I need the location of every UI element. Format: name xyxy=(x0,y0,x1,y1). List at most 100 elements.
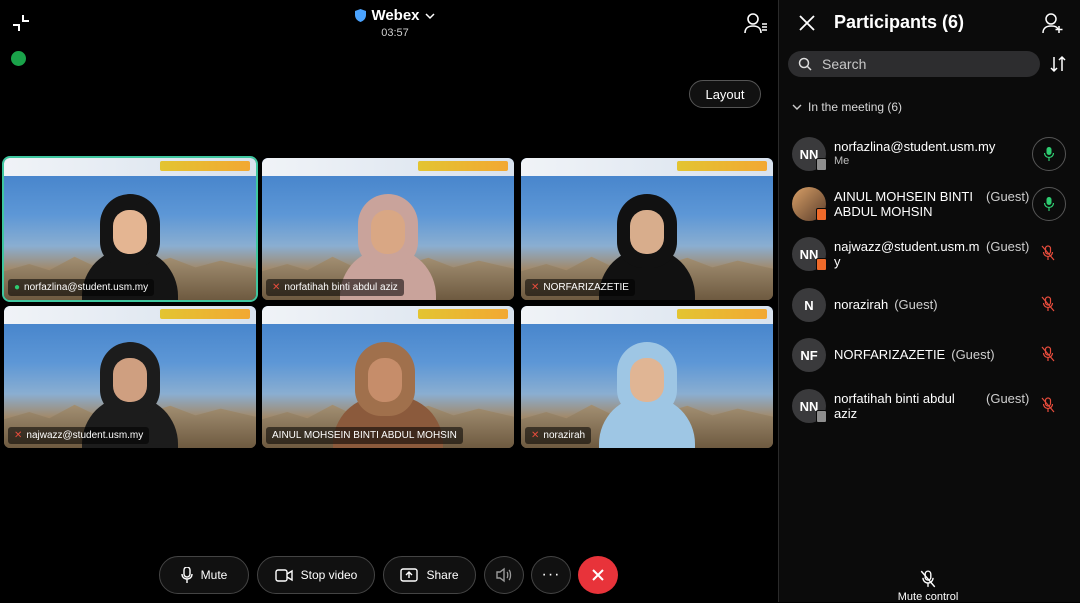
tile-name: norfazlina@student.usm.my xyxy=(24,282,149,293)
mic-muted-icon: ✕ xyxy=(14,430,23,441)
chevron-down-icon xyxy=(425,12,435,19)
layout-button[interactable]: Layout xyxy=(689,80,761,108)
video-camera-icon xyxy=(274,568,293,582)
guest-tag: (Guest) xyxy=(894,297,938,312)
audio-button[interactable] xyxy=(484,556,524,594)
participant-name: AINUL MOHSEIN BINTI ABDUL MOHSIN xyxy=(834,189,973,219)
tile-label: ✕ norfatihah binti abdul aziz xyxy=(266,279,404,296)
mic-muted-icon xyxy=(1041,296,1055,312)
microphone-icon xyxy=(180,567,193,583)
participant-row[interactable]: N norazirah (Guest) xyxy=(790,288,1070,322)
tile-banner xyxy=(4,158,256,176)
mic-muted-icon xyxy=(1041,397,1055,413)
guest-tag: (Guest) xyxy=(986,189,1030,204)
tile-name: norazirah xyxy=(543,430,586,441)
app-title-button[interactable]: Webex xyxy=(350,7,440,24)
avatar xyxy=(792,187,827,221)
mic-muted-icon xyxy=(1041,245,1055,261)
device-icon xyxy=(816,410,827,423)
mic-toggle-button[interactable] xyxy=(1032,187,1066,221)
section-in-meeting[interactable]: In the meeting (6) xyxy=(792,100,902,114)
avatar: N xyxy=(792,288,826,322)
participant-row[interactable]: NN norfatihah binti abdul aziz (Guest) xyxy=(790,389,1070,429)
avatar: NN xyxy=(792,237,827,271)
mic-on-icon: ● xyxy=(14,282,21,293)
tile-banner xyxy=(521,158,773,176)
search-icon xyxy=(798,57,812,71)
guest-tag: (Guest) xyxy=(986,391,1030,406)
participant-row[interactable]: AINUL MOHSEIN BINTI ABDUL MOHSIN (Guest) xyxy=(790,187,1070,227)
video-tile[interactable]: ✕ NORFARIZAZETIE xyxy=(521,158,773,300)
tile-banner xyxy=(4,306,256,324)
mic-toggle-button[interactable] xyxy=(1032,137,1066,171)
avatar: NN xyxy=(792,389,827,423)
mic-muted-indicator[interactable] xyxy=(1038,243,1058,263)
device-icon xyxy=(816,258,827,271)
stop-video-label: Stop video xyxy=(300,568,358,582)
mic-muted-icon xyxy=(920,570,936,588)
mic-muted-icon: ✕ xyxy=(272,282,281,293)
tile-name: AINUL MOHSEIN BINTI ABDUL MOHSIN xyxy=(272,430,457,441)
avatar: NF xyxy=(792,338,826,372)
participant-row[interactable]: NN najwazz@student.usm.my (Guest) xyxy=(790,237,1070,277)
mic-muted-icon: ✕ xyxy=(531,430,540,441)
participant-video xyxy=(599,336,695,448)
mic-on-icon xyxy=(1044,197,1054,211)
tile-name: najwazz@student.usm.my xyxy=(26,430,144,441)
tile-name: NORFARIZAZETIE xyxy=(543,282,629,293)
participant-name: najwazz@student.usm.my xyxy=(834,239,980,269)
avatar: NN xyxy=(792,137,827,171)
tile-label: ✕ najwazz@student.usm.my xyxy=(8,427,150,444)
participants-icon[interactable] xyxy=(744,12,768,34)
video-tile[interactable]: AINUL MOHSEIN BINTI ABDUL MOHSIN xyxy=(262,306,514,448)
add-participant-icon[interactable] xyxy=(1042,12,1064,34)
participant-row[interactable]: NF NORFARIZAZETIE (Guest) xyxy=(790,338,1070,372)
tile-banner xyxy=(262,306,514,324)
more-options-button[interactable]: ··· xyxy=(531,556,571,594)
speaker-icon xyxy=(496,567,512,583)
close-panel-icon[interactable] xyxy=(798,14,816,32)
network-signal-icon xyxy=(11,51,26,66)
mute-control-button[interactable]: Mute control xyxy=(888,570,968,603)
tile-label: ● norfazlina@student.usm.my xyxy=(8,279,155,296)
tile-name: norfatihah binti abdul aziz xyxy=(284,282,398,293)
video-tile[interactable]: ● norfazlina@student.usm.my xyxy=(2,156,258,302)
mic-muted-icon xyxy=(1041,346,1055,362)
video-tile[interactable]: ✕ norfatihah binti abdul aziz xyxy=(262,158,514,300)
section-label: In the meeting (6) xyxy=(808,100,903,114)
tile-banner xyxy=(262,158,514,176)
sort-icon[interactable] xyxy=(1049,55,1067,73)
mic-on-icon xyxy=(1044,147,1054,161)
leave-meeting-button[interactable] xyxy=(578,556,618,594)
stop-video-button[interactable]: Stop video xyxy=(257,556,375,594)
tile-label: AINUL MOHSEIN BINTI ABDUL MOHSIN xyxy=(266,427,463,444)
collapse-icon[interactable] xyxy=(10,12,32,34)
guest-tag: (Guest) xyxy=(986,239,1030,254)
tile-label: ✕ NORFARIZAZETIE xyxy=(525,279,635,296)
mic-muted-indicator[interactable] xyxy=(1038,395,1058,415)
share-screen-icon xyxy=(400,568,419,582)
mic-muted-indicator[interactable] xyxy=(1038,344,1058,364)
search-box[interactable] xyxy=(788,51,1040,77)
mic-muted-indicator[interactable] xyxy=(1038,294,1058,314)
meeting-timer: 03:57 xyxy=(381,27,409,39)
participant-name: norazirah xyxy=(834,297,889,312)
device-icon xyxy=(816,158,827,171)
panel-title: Participants (6) xyxy=(834,12,965,32)
video-tile[interactable]: ✕ najwazz@student.usm.my xyxy=(4,306,256,448)
tile-banner xyxy=(521,306,773,324)
mute-control-label: Mute control xyxy=(897,591,959,603)
shield-icon xyxy=(355,9,367,22)
search-input[interactable] xyxy=(820,55,1024,73)
app-title: Webex xyxy=(371,7,420,24)
device-icon xyxy=(816,208,827,221)
share-label: Share xyxy=(426,568,459,582)
participant-row[interactable]: NN norfazlina@student.usm.my Me xyxy=(790,137,1070,177)
meeting-header: Webex 03:57 xyxy=(350,7,440,39)
chevron-down-icon xyxy=(792,104,802,110)
mute-button[interactable]: Mute xyxy=(159,556,249,594)
close-icon xyxy=(592,569,604,581)
more-icon: ··· xyxy=(541,566,561,583)
share-button[interactable]: Share xyxy=(383,556,476,594)
video-tile[interactable]: ✕ norazirah xyxy=(521,306,773,448)
